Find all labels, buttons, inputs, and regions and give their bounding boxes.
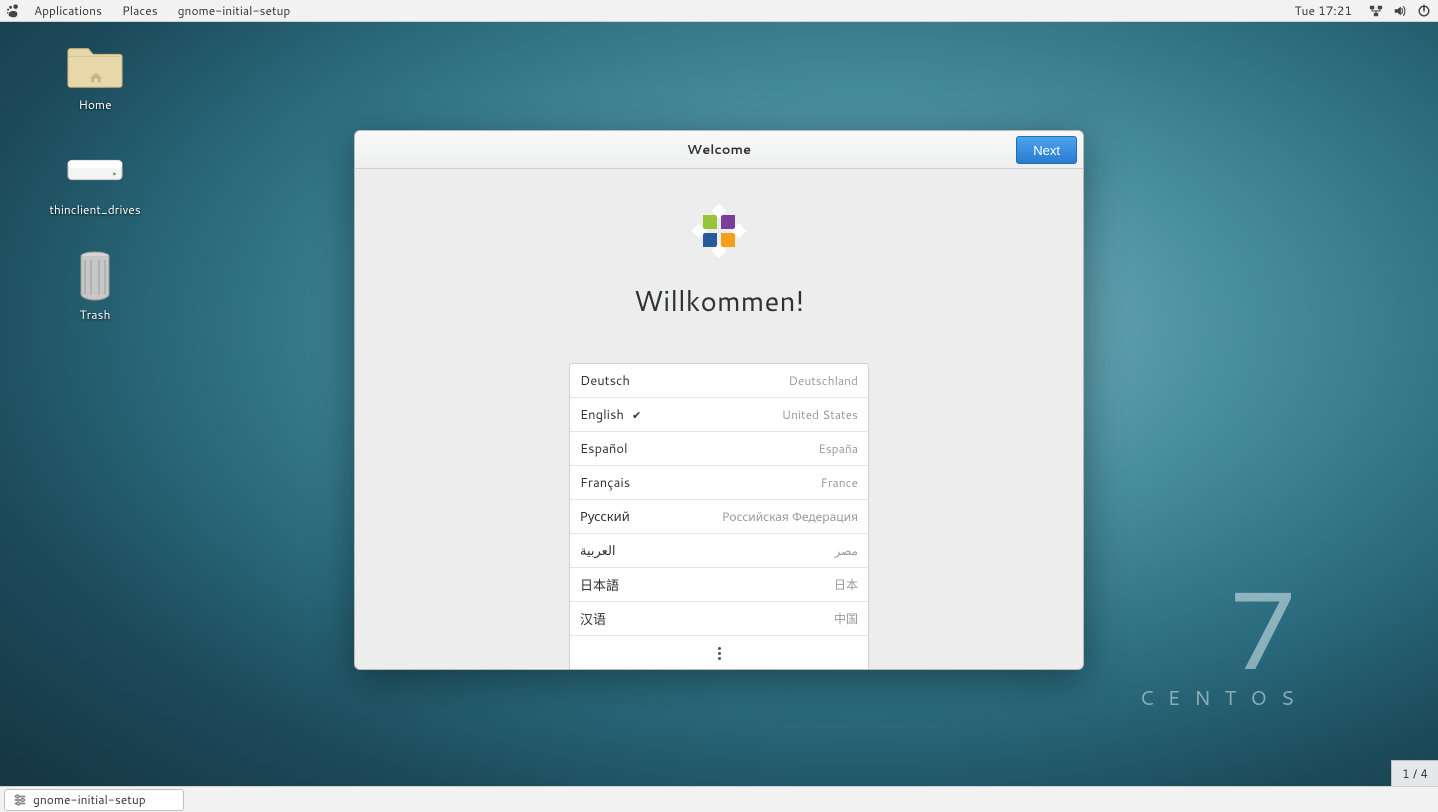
centos-logo-icon xyxy=(687,199,751,263)
desktop-thinclient-drives[interactable]: thinclient_drives xyxy=(30,145,160,218)
language-name: English xyxy=(580,406,624,424)
brand-name: CENTOS xyxy=(1140,684,1308,712)
more-icon xyxy=(718,647,721,660)
language-region: 中国 xyxy=(834,610,858,627)
desktop-icons: Home thinclient_drives Trash xyxy=(30,40,160,323)
language-item[interactable]: Русский Российская Федерация xyxy=(570,500,868,534)
volume-icon[interactable] xyxy=(1392,3,1408,19)
language-item[interactable]: Español España xyxy=(570,432,868,466)
language-region: Российская Федерация xyxy=(722,508,858,525)
check-icon: ✔ xyxy=(632,407,641,423)
panel-left-group: Applications Places gnome-initial-setup xyxy=(6,0,300,22)
language-region: España xyxy=(818,440,858,457)
language-item[interactable]: English ✔ United States xyxy=(570,398,868,432)
desktop-drives-label: thinclient_drives xyxy=(49,201,140,218)
language-region: مصر xyxy=(835,542,858,559)
language-item[interactable]: Deutsch Deutschland xyxy=(570,364,868,398)
language-item[interactable]: 日本語 日本 xyxy=(570,568,868,602)
taskbar: gnome-initial-setup xyxy=(0,786,1438,812)
desktop-trash[interactable]: Trash xyxy=(30,250,160,323)
workspace-label: 1 / 4 xyxy=(1402,765,1428,782)
dialog-header: Welcome Next xyxy=(355,131,1083,169)
language-item[interactable]: العربية مصر xyxy=(570,534,868,568)
power-icon[interactable] xyxy=(1416,3,1432,19)
language-name: Español xyxy=(580,440,628,458)
language-item[interactable]: 汉语 中国 xyxy=(570,602,868,636)
language-name: 日本語 xyxy=(580,575,619,595)
language-more-button[interactable] xyxy=(570,636,868,670)
language-name: Русский xyxy=(580,507,630,526)
next-button-label: Next xyxy=(1033,143,1060,158)
drive-icon xyxy=(66,145,124,197)
places-menu[interactable]: Places xyxy=(112,0,168,22)
active-app-indicator[interactable]: gnome-initial-setup xyxy=(168,2,301,19)
trash-icon xyxy=(66,250,124,302)
network-icon[interactable] xyxy=(1368,3,1384,19)
initial-setup-dialog: Welcome Next Willkommen! xyxy=(354,130,1084,670)
taskbar-task-gnome-initial-setup[interactable]: gnome-initial-setup xyxy=(4,789,184,811)
language-region: Deutschland xyxy=(788,372,858,389)
desktop-home[interactable]: Home xyxy=(30,40,160,113)
folder-home-icon xyxy=(66,40,124,92)
clock[interactable]: Tue 17:21 xyxy=(1286,0,1360,22)
language-region: 日本 xyxy=(834,576,858,593)
places-menu-label: Places xyxy=(122,2,158,19)
top-panel: Applications Places gnome-initial-setup … xyxy=(0,0,1438,22)
workspace-indicator[interactable]: 1 / 4 xyxy=(1391,760,1438,786)
welcome-heading: Willkommen! xyxy=(634,281,805,321)
panel-right-group: Tue 17:21 xyxy=(1286,0,1432,22)
applications-menu-label: Applications xyxy=(34,2,102,19)
language-name: Deutsch xyxy=(580,372,630,390)
applications-menu[interactable]: Applications xyxy=(24,0,112,22)
dialog-title: Welcome xyxy=(687,141,751,159)
language-name: 汉语 xyxy=(580,609,606,629)
gnome-foot-icon xyxy=(6,4,20,18)
brand-version: 7 xyxy=(1140,589,1308,666)
wallpaper-brand: 7 CENTOS xyxy=(1140,589,1308,712)
language-name: العربية xyxy=(580,542,616,560)
clock-label: Tue 17:21 xyxy=(1294,2,1352,19)
language-item[interactable]: Français France xyxy=(570,466,868,500)
taskbar-task-label: gnome-initial-setup xyxy=(33,791,146,808)
dialog-body: Willkommen! Deutsch Deutschland English ✔ Un… xyxy=(355,169,1083,670)
language-region: United States xyxy=(782,406,858,423)
language-region: France xyxy=(821,474,858,491)
desktop-home-label: Home xyxy=(78,96,111,113)
language-list: DeutschDeutschlandEnglish✔United StatesE… xyxy=(569,363,869,670)
preferences-icon xyxy=(13,793,27,807)
active-app-label: gnome-initial-setup xyxy=(178,2,291,19)
next-button[interactable]: Next xyxy=(1016,136,1077,164)
desktop-trash-label: Trash xyxy=(80,306,111,323)
language-name: Français xyxy=(580,474,630,492)
